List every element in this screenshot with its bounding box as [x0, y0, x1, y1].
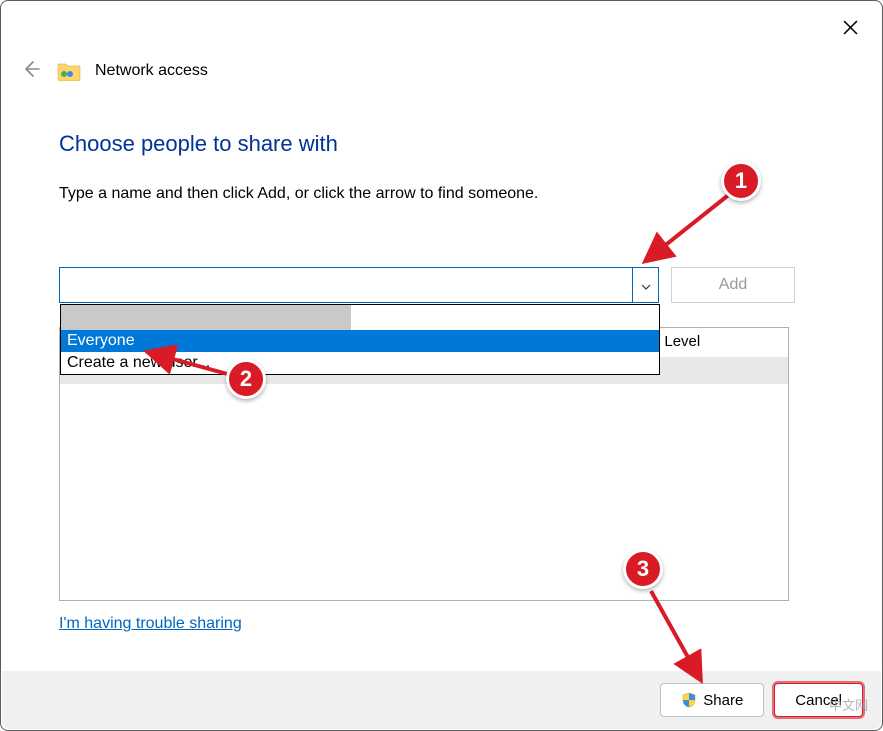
close-icon — [843, 19, 858, 40]
chevron-down-icon — [641, 277, 651, 294]
back-button[interactable] — [19, 59, 43, 83]
share-button-label: Share — [703, 692, 743, 709]
page-heading: Choose people to share with — [59, 131, 824, 157]
input-row: Everyone Create a new user... Add — [59, 267, 824, 303]
content-area: Choose people to share with Type a name … — [59, 131, 824, 303]
header: Network access — [19, 59, 208, 83]
help-link[interactable]: I'm having trouble sharing — [59, 615, 242, 633]
user-combobox[interactable]: Everyone Create a new user... — [59, 267, 659, 303]
dropdown-option-create-user[interactable]: Create a new user... — [61, 352, 659, 374]
back-arrow-icon — [22, 60, 40, 82]
footer: Share Cancel — [2, 671, 881, 729]
dropdown-option-redacted[interactable] — [61, 305, 659, 330]
shield-icon — [681, 692, 697, 708]
close-button[interactable] — [836, 15, 864, 43]
instruction-text: Type a name and then click Add, or click… — [59, 185, 824, 203]
combobox-dropdown: Everyone Create a new user... — [60, 304, 660, 375]
annotation-callout-1: 1 — [721, 161, 761, 201]
dialog-window: Network access Choose people to share wi… — [0, 0, 883, 731]
share-button[interactable]: Share — [660, 683, 764, 717]
window-title: Network access — [95, 62, 208, 80]
combobox-dropdown-button[interactable] — [632, 268, 658, 302]
annotation-callout-3: 3 — [623, 549, 663, 589]
watermark: 中文网 — [829, 695, 868, 714]
annotation-callout-2: 2 — [226, 359, 266, 399]
add-button[interactable]: Add — [671, 267, 795, 303]
dropdown-option-everyone[interactable]: Everyone — [61, 330, 659, 352]
folder-share-icon — [57, 61, 81, 81]
user-input[interactable] — [60, 268, 632, 302]
